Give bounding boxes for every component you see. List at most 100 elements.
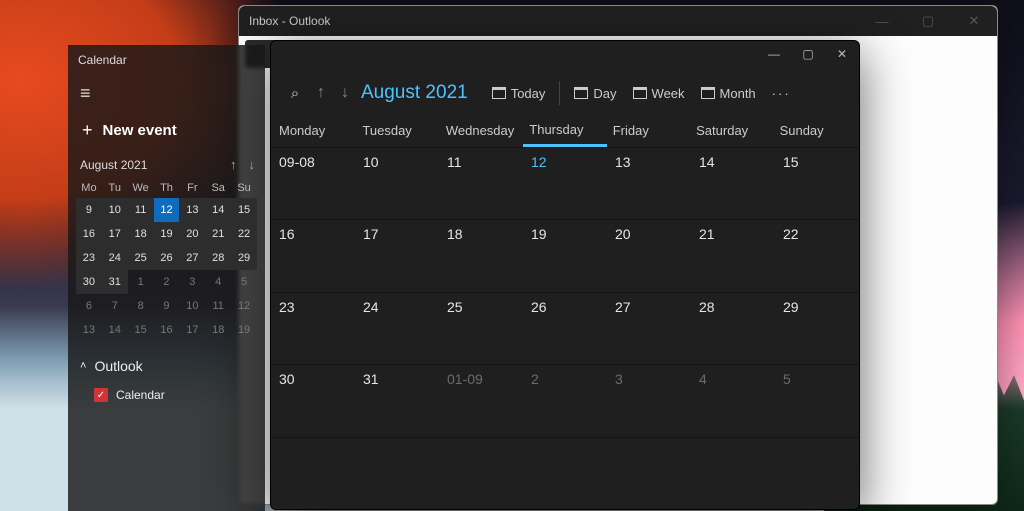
calendar-day-cell[interactable]: 27	[607, 292, 691, 364]
mini-day-cell[interactable]: 2	[154, 270, 180, 294]
calendar-day-cell[interactable]: 5	[775, 364, 859, 436]
hamburger-button[interactable]: ≡	[68, 79, 265, 114]
outlook-maximize-button[interactable]: ▢	[905, 6, 951, 36]
calendar-day-cell[interactable]: 20	[607, 219, 691, 291]
calendar-day-cell[interactable]: 12	[523, 147, 607, 219]
calendar-day-cell[interactable]: 4	[691, 364, 775, 436]
calendar-day-cell[interactable]	[439, 437, 523, 509]
calendar-day-cell[interactable]: 2	[523, 364, 607, 436]
calendar-day-cell[interactable]: 23	[271, 292, 355, 364]
mini-day-cell[interactable]: 25	[128, 246, 154, 270]
today-button[interactable]: Today	[484, 82, 554, 105]
calendar-day-cell[interactable]: 18	[439, 219, 523, 291]
calendar-day-cell[interactable]: 17	[355, 219, 439, 291]
outlook-minimize-button[interactable]: —	[859, 6, 905, 36]
prev-month-button[interactable]: ↑	[309, 80, 333, 106]
mini-day-cell[interactable]: 18	[205, 318, 231, 342]
mini-day-cell[interactable]: 3	[179, 270, 205, 294]
mini-day-cell[interactable]: 21	[205, 222, 231, 246]
mini-day-cell[interactable]: 19	[231, 318, 257, 342]
mini-month-label[interactable]: August 2021	[80, 158, 147, 172]
mini-day-cell[interactable]: 12	[154, 198, 180, 222]
calendar-day-cell[interactable]	[607, 437, 691, 509]
calendar-day-cell[interactable]: 3	[607, 364, 691, 436]
mini-day-cell[interactable]: 19	[154, 222, 180, 246]
calendar-day-cell[interactable]	[355, 437, 439, 509]
mini-day-cell[interactable]: 26	[154, 246, 180, 270]
calendar-day-cell[interactable]: 19	[523, 219, 607, 291]
calendar-day-cell[interactable]: 09-08	[271, 147, 355, 219]
week-view-button[interactable]: Week	[625, 82, 693, 105]
calendar-day-cell[interactable]	[775, 437, 859, 509]
calendar-day-cell[interactable]: 01-09	[439, 364, 523, 436]
mini-day-cell[interactable]: 7	[102, 294, 128, 318]
next-month-button[interactable]: ↓	[333, 80, 357, 106]
mini-day-cell[interactable]: 13	[76, 318, 102, 342]
mini-day-cell[interactable]: 6	[76, 294, 102, 318]
mini-day-cell[interactable]: 10	[179, 294, 205, 318]
mini-day-cell[interactable]: 10	[102, 198, 128, 222]
month-year-label[interactable]: August 2021	[357, 82, 478, 104]
mini-day-cell[interactable]: 14	[205, 198, 231, 222]
calendar-day-cell[interactable]: 28	[691, 292, 775, 364]
mini-day-cell[interactable]: 28	[205, 246, 231, 270]
mini-day-cell[interactable]: 5	[231, 270, 257, 294]
calendar-minimize-button[interactable]: —	[757, 41, 791, 67]
calendar-day-cell[interactable]: 26	[523, 292, 607, 364]
calendar-day-cell[interactable]: 10	[355, 147, 439, 219]
calendar-close-button[interactable]: ✕	[825, 41, 859, 67]
mini-day-cell[interactable]: 18	[128, 222, 154, 246]
calendar-list-item[interactable]: ✓ Calendar	[68, 382, 265, 408]
mini-next-button[interactable]: ↓	[249, 157, 256, 172]
mini-day-cell[interactable]: 9	[76, 198, 102, 222]
mini-day-cell[interactable]: 31	[102, 270, 128, 294]
calendar-day-cell[interactable]: 11	[439, 147, 523, 219]
mini-day-cell[interactable]: 23	[76, 246, 102, 270]
more-options-button[interactable]: ···	[764, 86, 799, 101]
mini-prev-button[interactable]: ↑	[230, 157, 237, 172]
calendar-day-cell[interactable]	[691, 437, 775, 509]
mini-day-cell[interactable]: 11	[128, 198, 154, 222]
mini-day-cell[interactable]: 4	[205, 270, 231, 294]
mini-day-cell[interactable]: 15	[128, 318, 154, 342]
new-event-button[interactable]: + New event	[68, 114, 265, 155]
calendar-maximize-button[interactable]: ▢	[791, 41, 825, 67]
account-toggle[interactable]: ˄ Outlook	[68, 342, 265, 382]
mini-day-cell[interactable]: 17	[179, 318, 205, 342]
day-view-button[interactable]: Day	[566, 82, 624, 105]
mini-day-cell[interactable]: 9	[154, 294, 180, 318]
calendar-day-cell[interactable]: 14	[691, 147, 775, 219]
calendar-checkbox[interactable]: ✓	[94, 388, 108, 402]
calendar-day-cell[interactable]	[523, 437, 607, 509]
calendar-day-cell[interactable]	[271, 437, 355, 509]
mini-day-cell[interactable]: 24	[102, 246, 128, 270]
outlook-close-button[interactable]: ✕	[951, 6, 997, 36]
mini-day-cell[interactable]: 16	[154, 318, 180, 342]
mini-day-cell[interactable]: 20	[179, 222, 205, 246]
mini-day-cell[interactable]: 13	[179, 198, 205, 222]
calendar-day-cell[interactable]: 25	[439, 292, 523, 364]
mini-day-cell[interactable]: 16	[76, 222, 102, 246]
mini-day-cell[interactable]: 15	[231, 198, 257, 222]
calendar-day-cell[interactable]: 29	[775, 292, 859, 364]
mini-day-cell[interactable]: 11	[205, 294, 231, 318]
calendar-day-cell[interactable]: 22	[775, 219, 859, 291]
search-button[interactable]: ⌕	[281, 81, 309, 106]
calendar-day-cell[interactable]: 24	[355, 292, 439, 364]
calendar-day-cell[interactable]: 15	[775, 147, 859, 219]
mini-day-cell[interactable]: 27	[179, 246, 205, 270]
calendar-day-cell[interactable]: 16	[271, 219, 355, 291]
mini-day-cell[interactable]: 22	[231, 222, 257, 246]
calendar-day-cell[interactable]: 21	[691, 219, 775, 291]
mini-day-cell[interactable]: 8	[128, 294, 154, 318]
mini-day-cell[interactable]: 14	[102, 318, 128, 342]
calendar-day-cell[interactable]: 31	[355, 364, 439, 436]
mini-day-cell[interactable]: 12	[231, 294, 257, 318]
month-view-button[interactable]: Month	[693, 82, 764, 105]
calendar-day-cell[interactable]: 13	[607, 147, 691, 219]
mini-day-cell[interactable]: 17	[102, 222, 128, 246]
calendar-day-cell[interactable]: 30	[271, 364, 355, 436]
mini-day-cell[interactable]: 1	[128, 270, 154, 294]
mini-day-cell[interactable]: 29	[231, 246, 257, 270]
mini-day-cell[interactable]: 30	[76, 270, 102, 294]
